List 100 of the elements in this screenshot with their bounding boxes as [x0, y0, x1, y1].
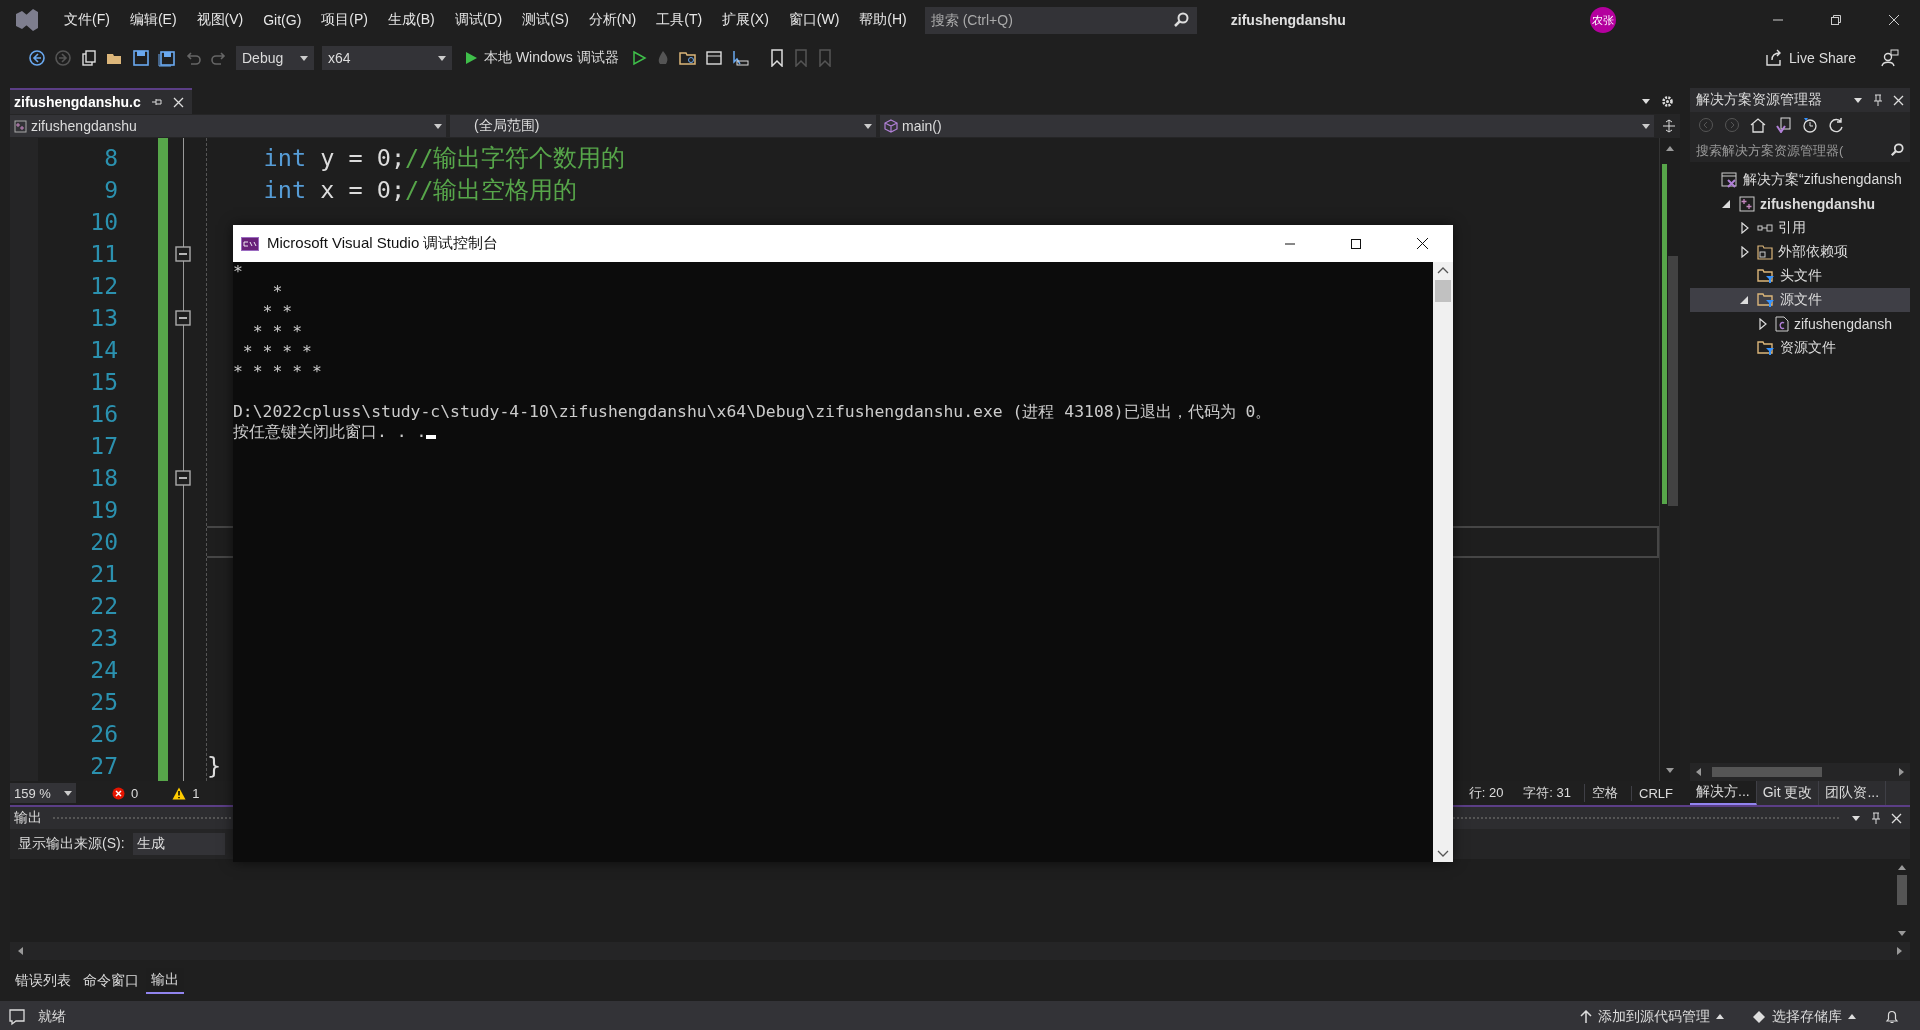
bookmark-icon[interactable]: [768, 49, 785, 67]
live-share-button[interactable]: Live Share: [1765, 49, 1856, 67]
line-indicator[interactable]: 行: 20: [1461, 784, 1511, 802]
tree-item[interactable]: zifushengdanshu: [1690, 192, 1910, 216]
expanded-arrow-icon[interactable]: [1740, 294, 1750, 306]
restore-icon[interactable]: [1830, 14, 1842, 26]
redo-icon[interactable]: [210, 49, 228, 67]
scroll-left-icon[interactable]: [1694, 767, 1702, 777]
menu-item[interactable]: 调试(D): [444, 7, 513, 33]
menu-item[interactable]: 项目(P): [311, 7, 378, 33]
menu-item[interactable]: Git(G): [253, 7, 312, 33]
tree-item[interactable]: 资源文件: [1690, 336, 1910, 360]
collapsed-arrow-icon[interactable]: [1740, 246, 1750, 258]
menu-item[interactable]: 帮助(H): [849, 7, 917, 33]
undo-icon[interactable]: [184, 49, 202, 67]
play-outline-icon[interactable]: [630, 50, 647, 66]
tree-item[interactable]: 源文件: [1690, 288, 1910, 312]
zoom-dropdown[interactable]: 159 %: [10, 783, 76, 803]
collapsed-arrow-icon[interactable]: [1758, 318, 1768, 330]
chat-bubble-icon[interactable]: [8, 1007, 26, 1026]
scrollbar-thumb[interactable]: [1897, 875, 1907, 905]
indent-indicator[interactable]: 空格: [1584, 784, 1626, 802]
scroll-up-icon[interactable]: [1665, 144, 1675, 152]
caret-icon[interactable]: [1853, 95, 1863, 105]
scroll-up-icon[interactable]: [1437, 266, 1449, 274]
scroll-right-icon[interactable]: [1898, 767, 1906, 777]
line-number: 24: [90, 656, 118, 684]
up-arrow-icon: [1580, 1009, 1592, 1024]
search-field[interactable]: 搜索解决方案资源管理器(: [1690, 138, 1910, 162]
tree-item[interactable]: 外部依赖项: [1690, 240, 1910, 264]
menu-item[interactable]: 视图(V): [186, 7, 254, 33]
caret-icon[interactable]: [1641, 96, 1651, 106]
line-ending-indicator[interactable]: CRLF: [1631, 785, 1680, 801]
tree-item[interactable]: zifushengdansh: [1690, 312, 1910, 336]
back-icon[interactable]: [28, 49, 46, 67]
menu-item[interactable]: 窗口(W): [778, 7, 850, 33]
settings-icon[interactable]: [1661, 94, 1674, 108]
caret-icon[interactable]: [1851, 813, 1861, 823]
scroll-right-icon[interactable]: [1896, 946, 1904, 956]
refresh-icon[interactable]: [1828, 117, 1844, 133]
menu-item[interactable]: 生成(B): [378, 7, 445, 33]
menu-item[interactable]: 扩展(X): [712, 7, 779, 33]
document-icon[interactable]: [1776, 117, 1792, 133]
add-to-source-control-button[interactable]: 添加到源代码管理: [1580, 1007, 1724, 1026]
expanded-arrow-icon[interactable]: [1722, 198, 1732, 210]
output-source-dropdown[interactable]: 生成: [132, 833, 225, 855]
dependencies-icon: [1757, 244, 1773, 260]
scroll-down-icon[interactable]: [1437, 850, 1449, 858]
collapse-icon[interactable]: [175, 310, 191, 326]
feedback-person-icon[interactable]: [1880, 48, 1900, 68]
close-icon[interactable]: [1416, 237, 1429, 250]
line-number: 22: [90, 592, 118, 620]
console-message: D:\2022cpluss\study-c\study-4-10\zifushengdanshu\x64\Debug\zifushengdanshu.exe (进程 43108)已退出，代码为 0。: [233, 402, 1272, 422]
menu-item[interactable]: 工具(T): [646, 7, 713, 33]
tree-item[interactable]: 解决方案“zifushengdansh: [1690, 168, 1910, 192]
project-icon: [1739, 196, 1755, 212]
menu-item[interactable]: 编辑(E): [119, 7, 187, 33]
folder-search-icon[interactable]: [678, 49, 697, 67]
collapse-icon[interactable]: [175, 470, 191, 486]
history-icon[interactable]: [1802, 117, 1818, 133]
start-debugging-button[interactable]: 本地 Windows 调试器: [460, 46, 623, 70]
split-icon[interactable]: [1662, 119, 1676, 133]
select-repository-button[interactable]: 选择存储库: [1752, 1007, 1856, 1026]
tree-item[interactable]: 头文件: [1690, 264, 1910, 288]
panel-tab[interactable]: 错误列表: [10, 968, 76, 993]
error-icon[interactable]: [112, 786, 125, 800]
scroll-up-icon[interactable]: [1897, 863, 1907, 871]
window-icon[interactable]: [704, 49, 723, 67]
scrollbar-thumb[interactable]: [1712, 767, 1822, 777]
pin-icon[interactable]: [1873, 93, 1883, 107]
platform-dropdown[interactable]: x64: [322, 46, 452, 70]
collapse-icon[interactable]: [175, 246, 191, 262]
scrollbar-thumb[interactable]: [1668, 256, 1678, 506]
scroll-down-icon[interactable]: [1665, 767, 1675, 775]
panel-tab[interactable]: 命令窗口: [78, 968, 144, 993]
menu-item[interactable]: 测试(S): [512, 7, 579, 33]
pin-icon[interactable]: [1871, 811, 1881, 825]
tree-item[interactable]: 引用: [1690, 216, 1910, 240]
column-indicator[interactable]: 字符: 31: [1516, 784, 1579, 802]
user-avatar[interactable]: 农张: [1589, 7, 1616, 33]
menu-item[interactable]: 分析(N): [578, 7, 647, 33]
scrollbar-thumb[interactable]: [1435, 280, 1451, 302]
collapsed-arrow-icon[interactable]: [1740, 222, 1750, 234]
panel-tab[interactable]: 解决方...: [1690, 781, 1757, 805]
scroll-down-icon[interactable]: [1897, 930, 1907, 938]
configuration-dropdown[interactable]: Debug: [236, 46, 314, 70]
maximize-icon[interactable]: [1350, 237, 1362, 250]
warning-icon[interactable]: [172, 786, 187, 800]
cursor-icon[interactable]: [730, 49, 749, 67]
save-all-icon[interactable]: [158, 49, 176, 67]
menu-item[interactable]: 文件(F): [54, 7, 120, 33]
new-item-icon[interactable]: [80, 49, 98, 67]
console-app-icon: [241, 236, 259, 251]
document-tab[interactable]: zifushengdanshu.c: [10, 88, 192, 114]
scroll-left-icon[interactable]: [16, 946, 24, 956]
search-field[interactable]: 搜索 (Ctrl+Q): [924, 6, 1197, 34]
home-icon[interactable]: [1750, 117, 1766, 133]
pin-icon[interactable]: [150, 96, 163, 108]
save-icon[interactable]: [132, 49, 150, 67]
bell-icon[interactable]: [1884, 1008, 1900, 1025]
